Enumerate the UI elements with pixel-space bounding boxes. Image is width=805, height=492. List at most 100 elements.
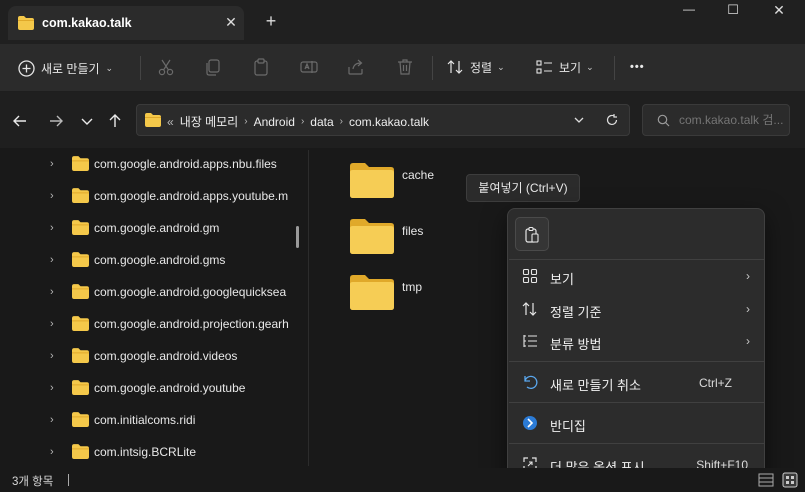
chevron-right-icon[interactable]: › (50, 190, 54, 202)
breadcrumb-item[interactable]: 내장 메모리 (180, 113, 239, 130)
new-tab-button[interactable]: + (262, 12, 280, 30)
command-bar: 새로 만들기 ⌄ 정렬 ⌄ 보기 ⌄ ••• (0, 44, 805, 92)
view-button[interactable]: 보기 ⌄ (536, 57, 594, 77)
menu-separator (509, 402, 765, 403)
breadcrumb-item[interactable]: data (310, 115, 333, 129)
tree-item[interactable]: › com.intsig.BCRLite (0, 436, 300, 468)
folder-item-tmp[interactable]: tmp (350, 274, 490, 318)
menu-item-group[interactable]: 분류 방법 › (512, 325, 762, 357)
chevron-right-icon[interactable]: › (340, 116, 343, 127)
breadcrumb: « 내장 메모리 › Android › data › com.kakao.ta… (167, 113, 429, 130)
tree-item[interactable]: › com.initialcoms.ridi (0, 404, 300, 436)
folder-icon (72, 316, 89, 334)
sort-button[interactable]: 정렬 ⌄ (447, 57, 505, 77)
paste-tooltip: 붙여넣기 (Ctrl+V) (466, 174, 580, 202)
chevron-right-icon[interactable]: › (50, 254, 54, 266)
grid-icon (522, 268, 538, 284)
sort-icon (522, 302, 537, 316)
tree-item[interactable]: › com.google.android.googlequicksea (0, 276, 300, 308)
tree-item-label: com.google.android.youtube (94, 381, 246, 395)
search-box[interactable] (642, 104, 790, 136)
new-button[interactable]: 새로 만들기 ⌄ (18, 56, 113, 80)
toolbar-divider (140, 56, 141, 80)
tree-item[interactable]: › com.google.android.gms (0, 244, 300, 276)
folder-icon (350, 274, 394, 313)
chevron-right-icon: › (746, 334, 750, 348)
menu-item-undo-new[interactable]: 새로 만들기 취소 Ctrl+Z (512, 366, 762, 398)
breadcrumb-item[interactable]: Android (254, 115, 295, 129)
menu-separator (509, 443, 765, 444)
chevron-right-icon[interactable]: › (50, 222, 54, 234)
folder-icon (350, 162, 394, 201)
tree-scrollbar[interactable] (296, 226, 299, 248)
close-window-button[interactable]: ✕ (764, 2, 794, 24)
chevron-right-icon[interactable]: › (50, 382, 54, 394)
folder-icon (72, 284, 89, 302)
tree-item[interactable]: › com.google.android.apps.nbu.files (0, 148, 300, 180)
chevron-down-icon: ⌄ (497, 61, 505, 72)
view-list-icon (536, 60, 552, 74)
tree-item[interactable]: › com.google.android.youtube (0, 372, 300, 404)
breadcrumb-overflow[interactable]: « (167, 115, 174, 129)
more-options-button[interactable]: ••• (630, 57, 645, 77)
sort-label: 정렬 (470, 60, 493, 75)
menu-item-label: 보기 (550, 272, 574, 287)
menu-item-view[interactable]: 보기 › (512, 260, 762, 292)
chevron-right-icon: › (746, 269, 750, 283)
navigation-bar: « 내장 메모리 › Android › data › com.kakao.ta… (0, 92, 805, 148)
minimize-button[interactable]: — (674, 2, 704, 24)
up-arrow-icon[interactable] (106, 112, 124, 130)
folder-icon (72, 156, 89, 174)
tree-item[interactable]: › com.google.android.projection.gearh (0, 308, 300, 340)
recent-locations-icon[interactable] (78, 112, 96, 130)
plus-circle-icon (18, 59, 35, 77)
menu-item-sort[interactable]: 정렬 기준 › (512, 293, 762, 325)
copy-icon[interactable] (203, 57, 223, 77)
details-view-icon[interactable] (758, 472, 774, 488)
tiles-view-icon[interactable] (782, 472, 798, 488)
cut-icon[interactable] (156, 57, 176, 77)
tree-item[interactable]: › com.google.android.apps.youtube.m (0, 180, 300, 212)
rename-icon[interactable] (299, 57, 319, 77)
chevron-right-icon[interactable]: › (50, 318, 54, 330)
chevron-right-icon[interactable]: › (50, 350, 54, 362)
folder-icon (145, 113, 161, 127)
chevron-right-icon[interactable]: › (50, 414, 54, 426)
delete-icon[interactable] (395, 57, 415, 77)
toolbar-divider (432, 56, 433, 80)
tree-item-label: com.google.android.apps.nbu.files (94, 157, 277, 171)
bandizip-icon (523, 416, 537, 430)
group-icon (523, 335, 537, 347)
view-label: 보기 (559, 60, 582, 75)
paste-button[interactable] (515, 217, 549, 251)
maximize-button[interactable]: ☐ (718, 2, 748, 24)
close-tab-icon[interactable]: ✕ (222, 13, 240, 31)
chevron-right-icon[interactable]: › (244, 116, 247, 127)
folder-icon (72, 220, 89, 238)
breadcrumb-item[interactable]: com.kakao.talk (349, 115, 429, 129)
tree-item-label: com.google.android.gms (94, 253, 226, 267)
sort-icon (447, 60, 463, 74)
share-icon[interactable] (346, 57, 366, 77)
search-input[interactable] (679, 111, 785, 129)
chevron-right-icon[interactable]: › (50, 286, 54, 298)
back-arrow-icon[interactable] (11, 112, 29, 130)
pane-divider[interactable] (308, 150, 309, 466)
address-bar[interactable]: « 내장 메모리 › Android › data › com.kakao.ta… (136, 104, 630, 136)
folder-icon (72, 444, 89, 462)
tree-item-label: com.initialcoms.ridi (94, 413, 196, 427)
tree-item[interactable]: › com.google.android.videos (0, 340, 300, 372)
folder-icon (72, 380, 89, 398)
chevron-down-icon[interactable] (573, 115, 585, 125)
tree-item-label: com.intsig.BCRLite (94, 445, 197, 459)
refresh-icon[interactable] (605, 113, 619, 127)
forward-arrow-icon[interactable] (47, 112, 65, 130)
menu-item-bandizip[interactable]: 반디집 (512, 407, 762, 439)
tree-item[interactable]: › com.google.android.gm (0, 212, 300, 244)
folder-item-files[interactable]: files (350, 218, 490, 262)
paste-icon[interactable] (251, 57, 271, 77)
chevron-right-icon[interactable]: › (50, 158, 54, 170)
chevron-right-icon[interactable]: › (301, 116, 304, 127)
tab-com-kakao-talk[interactable]: com.kakao.talk ✕ (8, 6, 244, 40)
chevron-right-icon[interactable]: › (50, 446, 54, 458)
